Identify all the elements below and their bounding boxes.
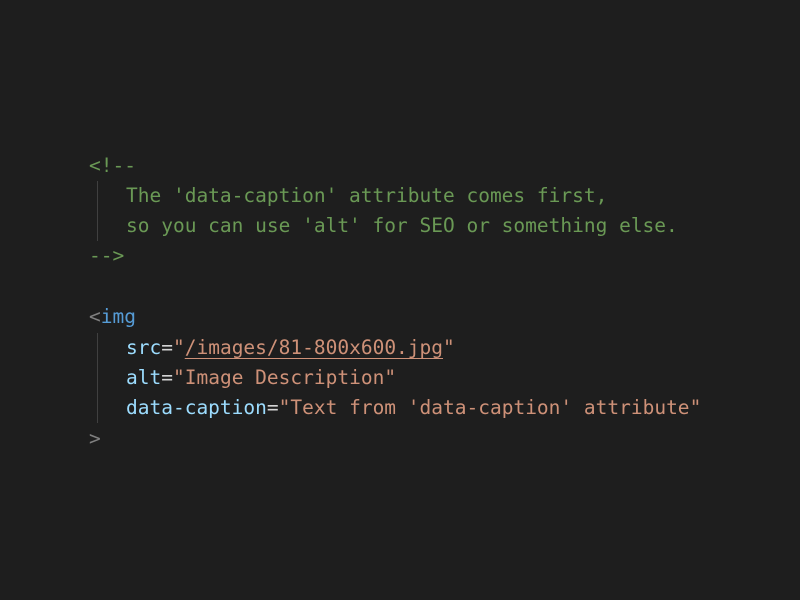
tag-name: img <box>100 305 136 328</box>
attribute-quote-open: " <box>172 336 185 359</box>
attribute-quote-close: " <box>689 396 702 419</box>
code-line-comment-1: The 'data-caption' attribute comes first… <box>89 181 607 211</box>
attribute-value: Image Description <box>184 366 385 389</box>
attribute-equals: = <box>266 396 279 419</box>
code-line-attr-src: src="/images/81-800x600.jpg" <box>89 333 455 363</box>
comment-text: The 'data-caption' attribute comes first… <box>126 184 608 207</box>
code-line-img-close: > <box>89 424 101 454</box>
comment-text: so you can use 'alt' for SEO or somethin… <box>126 214 678 237</box>
attribute-value: Text from 'data-caption' attribute <box>290 396 690 419</box>
code-line-attr-caption: data-caption="Text from 'data-caption' a… <box>89 393 701 423</box>
attribute-equals: = <box>161 336 173 359</box>
tag-close-bracket: > <box>89 427 101 450</box>
attribute-name: data-caption <box>126 396 267 419</box>
attribute-quote-open: " <box>172 366 185 389</box>
attribute-quote-close: " <box>443 336 455 359</box>
code-line-img-open: <img <box>89 302 136 332</box>
attribute-name: src <box>126 336 162 359</box>
code-line-comment-close: --> <box>89 241 124 271</box>
attribute-quote-open: " <box>278 396 291 419</box>
comment-open-token: <!-- <box>89 154 136 177</box>
attribute-quote-close: " <box>384 366 397 389</box>
code-editor[interactable]: <!-- The 'data-caption' attribute comes … <box>0 0 800 600</box>
attribute-equals: = <box>161 366 173 389</box>
comment-close-token: --> <box>89 244 125 267</box>
tag-open-bracket: < <box>89 305 101 328</box>
code-line-attr-alt: alt="Image Description" <box>89 363 396 393</box>
attribute-value-link[interactable]: /images/81-800x600.jpg <box>185 336 443 359</box>
code-line-comment-open: <!-- <box>89 151 136 181</box>
code-line-comment-2: so you can use 'alt' for SEO or somethin… <box>89 211 678 241</box>
attribute-name: alt <box>126 366 162 389</box>
